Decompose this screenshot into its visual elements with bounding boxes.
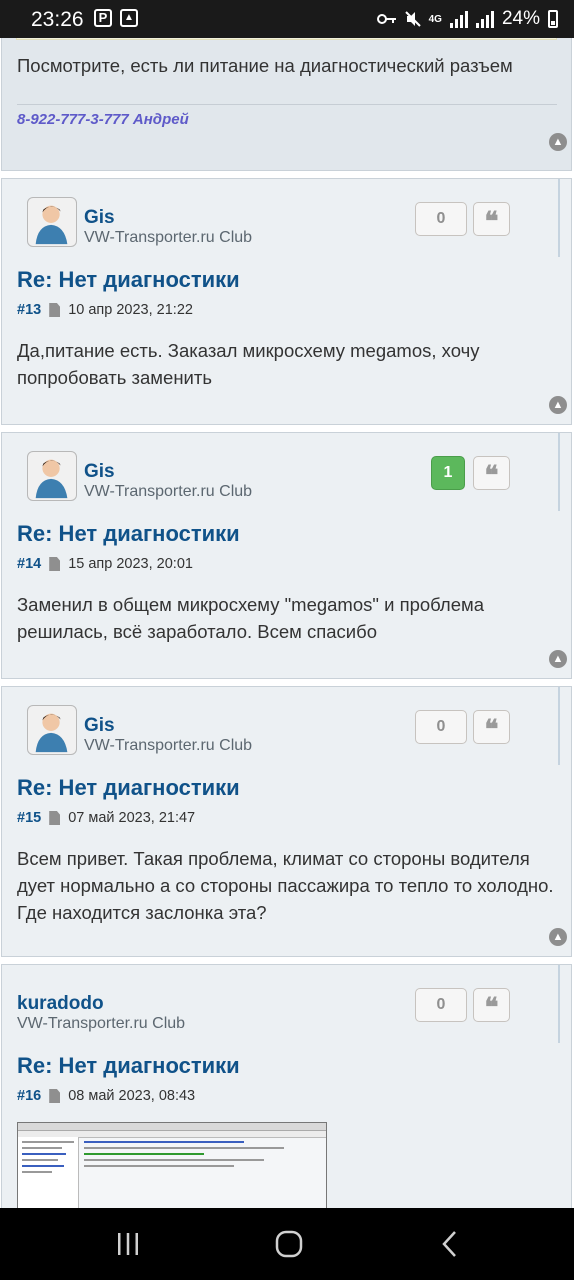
mute-icon bbox=[404, 11, 421, 27]
author-rank: VW-Transporter.ru Club bbox=[84, 483, 253, 500]
file-icon bbox=[49, 303, 61, 317]
quote-icon[interactable]: ❝ bbox=[473, 988, 510, 1023]
quote-box-edge bbox=[16, 38, 557, 40]
battery-percent: 24% bbox=[501, 8, 540, 29]
back-to-top-icon[interactable]: ▲ bbox=[549, 650, 567, 668]
system-navigation-bar bbox=[0, 1208, 574, 1280]
quote-icon[interactable]: ❝ bbox=[473, 710, 510, 745]
status-bar: 23:26 P ▲ 4G 24% bbox=[0, 0, 574, 38]
post-date: 10 апр 2023, 21:22 bbox=[68, 302, 193, 318]
reputation-score[interactable]: 0 bbox=[415, 710, 467, 744]
clock: 23:26 bbox=[31, 8, 84, 31]
attachment-thumbnail[interactable] bbox=[17, 1122, 327, 1208]
post-title[interactable]: Re: Нет диагностики bbox=[17, 267, 240, 293]
back-to-top-icon[interactable]: ▲ bbox=[549, 928, 567, 946]
post-14: Gis VW-Transporter.ru Club 1 ❝ Re: Нет д… bbox=[1, 432, 572, 679]
post-meta: #16 08 май 2023, 08:43 bbox=[17, 1088, 195, 1104]
network-type: 4G bbox=[428, 13, 442, 25]
post-text: Посмотрите, есть ли питание на диагности… bbox=[17, 55, 513, 76]
post-16: kuradodo VW-Transporter.ru Club 0 ❝ Re: … bbox=[1, 964, 572, 1208]
reputation-score[interactable]: 1 bbox=[431, 456, 465, 490]
author-rank: VW-Transporter.ru Club bbox=[84, 229, 253, 246]
signature-divider bbox=[17, 104, 557, 105]
author-name[interactable]: Gis bbox=[84, 207, 115, 229]
key-icon bbox=[376, 14, 396, 24]
post-title[interactable]: Re: Нет диагностики bbox=[17, 521, 240, 547]
file-icon bbox=[49, 1089, 61, 1103]
post-number[interactable]: #16 bbox=[17, 1088, 41, 1104]
author-name[interactable]: Gis bbox=[84, 461, 115, 483]
post-date: 07 май 2023, 21:47 bbox=[68, 810, 196, 826]
avatar[interactable] bbox=[27, 451, 77, 501]
post-meta: #14 15 апр 2023, 20:01 bbox=[17, 556, 193, 572]
parking-icon: P bbox=[94, 9, 112, 27]
author-rank: VW-Transporter.ru Club bbox=[84, 737, 253, 754]
quote-icon[interactable]: ❝ bbox=[473, 456, 510, 491]
file-icon bbox=[49, 811, 61, 825]
back-icon[interactable] bbox=[440, 1230, 460, 1258]
post-profile: Gis VW-Transporter.ru Club 1 ❝ bbox=[2, 433, 560, 511]
post-date: 08 май 2023, 08:43 bbox=[68, 1088, 196, 1104]
recent-apps-icon[interactable] bbox=[116, 1232, 140, 1256]
post-date: 15 апр 2023, 20:01 bbox=[68, 556, 193, 572]
post-meta: #13 10 апр 2023, 21:22 bbox=[17, 302, 193, 318]
author-name[interactable]: Gis bbox=[84, 715, 115, 737]
author-rank: VW-Transporter.ru Club bbox=[17, 1015, 186, 1032]
post-text: Заменил в общем микросхему "megamos" и п… bbox=[17, 594, 485, 642]
signature: 8-922-777-3-777 Андрей bbox=[17, 111, 189, 128]
post-profile: Gis VW-Transporter.ru Club 0 ❝ bbox=[2, 687, 560, 765]
battery-icon bbox=[548, 10, 558, 28]
signal-icon bbox=[449, 10, 468, 28]
file-icon bbox=[49, 557, 61, 571]
post-title[interactable]: Re: Нет диагностики bbox=[17, 1053, 240, 1079]
avatar[interactable] bbox=[27, 197, 77, 247]
author-name[interactable]: kuradodo bbox=[17, 993, 104, 1015]
signal-icon-2 bbox=[475, 10, 494, 28]
reputation-score[interactable]: 0 bbox=[415, 988, 467, 1022]
post-profile: Gis VW-Transporter.ru Club 0 ❝ bbox=[2, 179, 560, 257]
post-meta: #15 07 май 2023, 21:47 bbox=[17, 810, 195, 826]
post-previous: Посмотрите, есть ли питание на диагности… bbox=[1, 38, 572, 171]
post-15: Gis VW-Transporter.ru Club 0 ❝ Re: Нет д… bbox=[1, 686, 572, 957]
home-icon[interactable] bbox=[275, 1230, 303, 1258]
post-number[interactable]: #13 bbox=[17, 302, 41, 318]
back-to-top-icon[interactable]: ▲ bbox=[549, 133, 567, 151]
quote-icon[interactable]: ❝ bbox=[473, 202, 510, 237]
reputation-score[interactable]: 0 bbox=[415, 202, 467, 236]
post-number[interactable]: #14 bbox=[17, 556, 41, 572]
back-to-top-icon[interactable]: ▲ bbox=[549, 396, 567, 414]
post-number[interactable]: #15 bbox=[17, 810, 41, 826]
forum-content: Посмотрите, есть ли питание на диагности… bbox=[0, 38, 574, 1208]
post-text: Всем привет. Такая проблема, климат со с… bbox=[17, 848, 554, 923]
post-13: Gis VW-Transporter.ru Club 0 ❝ Re: Нет д… bbox=[1, 178, 572, 425]
post-title[interactable]: Re: Нет диагностики bbox=[17, 775, 240, 801]
post-text: Да,питание есть. Заказал микросхему mega… bbox=[17, 340, 480, 388]
gallery-icon: ▲ bbox=[120, 9, 138, 27]
post-profile: kuradodo VW-Transporter.ru Club 0 ❝ bbox=[2, 965, 560, 1043]
avatar[interactable] bbox=[27, 705, 77, 755]
